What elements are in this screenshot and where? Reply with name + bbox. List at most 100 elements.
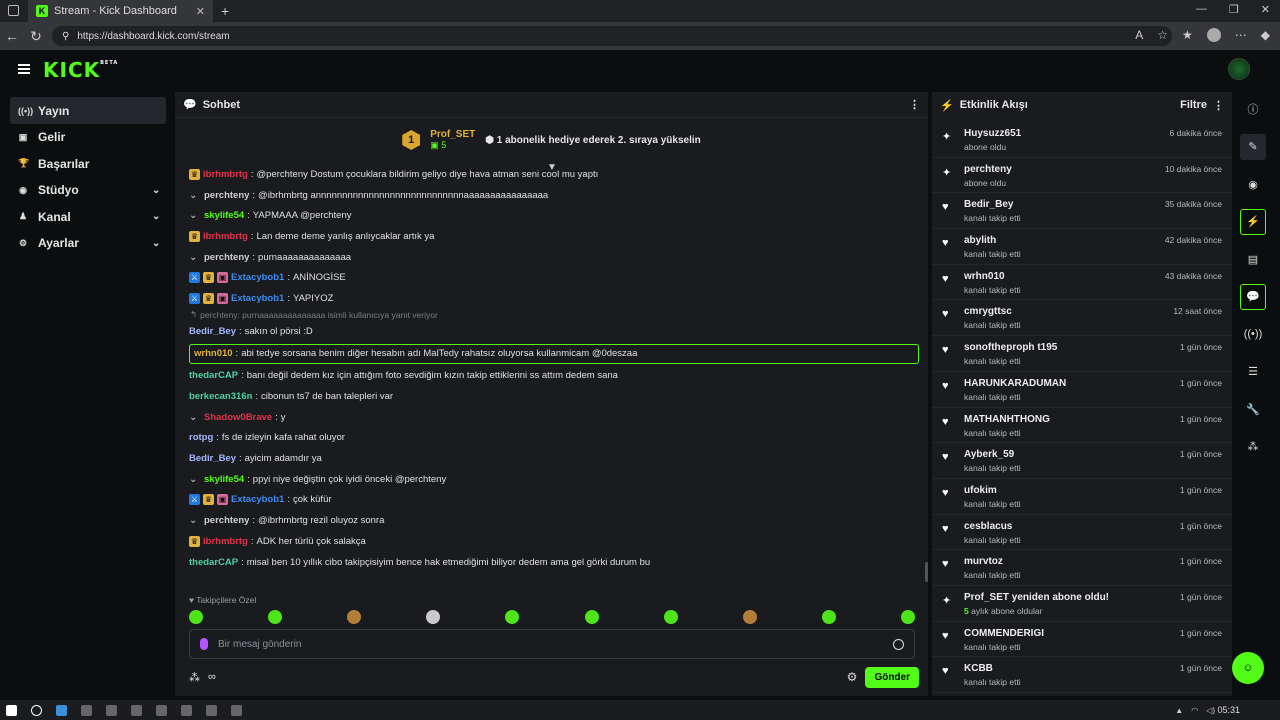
chat-options-icon[interactable]: ⋮ [909, 98, 920, 111]
favorites-icon[interactable]: ★ [1182, 28, 1193, 42]
chat-message[interactable]: ⚔ ♛ ▣ Extacybob1: ANİNOGİSE [189, 267, 919, 288]
feed-item[interactable]: ♥ wrhn010 kanalı takip etti 43 dakika önce [932, 265, 1232, 301]
top-gifter-name[interactable]: Prof_SET [430, 129, 475, 140]
feed-user[interactable]: ufokim [964, 485, 1172, 496]
tools-icon[interactable]: 🔧 [1240, 396, 1266, 422]
close-tab-icon[interactable]: ✕ [196, 5, 205, 18]
site-info-icon[interactable]: ⚲ [62, 31, 69, 42]
emote[interactable] [426, 610, 441, 624]
chat-message[interactable]: ♛ ibrhmbrtg: ADK her türlü çok salakça [189, 531, 919, 552]
opera-icon[interactable] [156, 704, 167, 716]
back-icon[interactable]: ← [0, 28, 24, 44]
favorite-star-icon[interactable]: ☆ [1157, 28, 1168, 42]
chat-username[interactable]: thedarCAP [189, 370, 238, 381]
new-tab-icon[interactable]: + [221, 3, 229, 19]
chat-input[interactable]: Bir mesaj gönderin [189, 629, 915, 659]
mic-icon[interactable] [200, 638, 208, 650]
chat-message[interactable]: ♛ ibrhmbrtg: Lan deme deme yanlış anlıycak… [189, 226, 919, 247]
chevron-down-icon[interactable]: ⌄ [152, 238, 166, 249]
integrations-icon[interactable]: ⁂ [1240, 434, 1266, 460]
feed-item[interactable]: ✦ Prof_SET yeniden abone oldu! 5 aylık abo… [932, 586, 1232, 622]
chat-message[interactable]: ♛ ibrhmbrtg: @perchteny Dostum çocuklara b… [189, 164, 919, 185]
chat-scrollbar[interactable] [925, 562, 928, 582]
sidebar-item-2[interactable]: 🏆 Başarılar [10, 150, 166, 177]
emote[interactable] [821, 610, 836, 624]
emote[interactable] [663, 610, 678, 624]
chat-message[interactable]: thedarCAP: misal ben 10 yıllık cibo takip… [189, 552, 919, 573]
feed-item[interactable]: ✦ Huysuzz651 abone oldu 6 dakika önce [932, 122, 1232, 158]
emoji-icon[interactable] [893, 638, 904, 650]
browser-tab[interactable]: K Stream - Kick Dashboard ✕ [28, 0, 213, 22]
profile-avatar[interactable] [1206, 28, 1221, 42]
read-aloud-icon[interactable]: A [1135, 28, 1143, 42]
points-icon[interactable]: ⁂ [189, 671, 200, 684]
app-icon[interactable] [206, 704, 217, 716]
chat-username[interactable]: thedarCAP [189, 557, 238, 568]
feed-user[interactable]: MATHANHTHONG [964, 414, 1172, 425]
refresh-icon[interactable]: ↻ [24, 28, 48, 45]
chevron-down-icon[interactable]: ⌄ [152, 211, 166, 222]
maximize-icon[interactable]: ❐ [1229, 3, 1239, 16]
chat-message[interactable]: thedarCAP: banı değil dedem kız için attı… [189, 366, 919, 387]
activity-icon[interactable]: ⚡ [1240, 208, 1266, 235]
emote[interactable] [268, 610, 283, 624]
chat-username[interactable]: Shadow0Brave [204, 412, 272, 423]
feed-user[interactable]: cesblacus [964, 521, 1172, 532]
chat-message[interactable]: rotpg: fs de izleyin kafa rahat oluyor [189, 428, 919, 449]
chat-settings-icon[interactable]: ⚙ [847, 670, 858, 684]
chat-username[interactable]: Bedir_Bey [189, 453, 236, 464]
feed-user[interactable]: abylith [964, 235, 1157, 246]
edge-icon[interactable] [56, 704, 67, 716]
feed-item[interactable]: ♥ HARUNKARADUMAN kanalı takip etti 1 gün ön… [932, 372, 1232, 408]
feed-user[interactable]: murvtoz [964, 556, 1172, 567]
chat-message[interactable]: berkecan316n: cibonun ts7 de ban talepler… [189, 386, 919, 407]
more-icon[interactable]: ⋯ [1235, 28, 1247, 42]
volume-icon[interactable]: ◁) [1206, 706, 1215, 715]
chat-username[interactable]: ibrhmbrtg [203, 169, 248, 180]
sidebar-item-0[interactable]: ((•)) Yayın [10, 97, 166, 124]
chat-username[interactable]: Extacybob1 [231, 494, 284, 505]
feed-user[interactable]: Ayberk_59 [964, 449, 1172, 460]
info-icon[interactable]: ⓘ [1240, 96, 1266, 122]
app-icon[interactable] [181, 704, 192, 716]
outlook-icon[interactable] [131, 704, 142, 716]
feed-item[interactable]: ✦ perchteny abone oldu 10 dakika önce [932, 158, 1232, 194]
search-icon[interactable] [31, 704, 42, 716]
kick-logo[interactable]: KICKBETA [43, 58, 118, 82]
send-button[interactable]: Gönder [865, 666, 919, 688]
feed-user[interactable]: Huysuzz651 [964, 128, 1162, 139]
emote[interactable] [742, 610, 757, 624]
sidebar-item-4[interactable]: ♟ Kanal ⌄ [10, 203, 166, 230]
chat-username[interactable]: Extacybob1 [231, 272, 284, 283]
menu-icon[interactable] [18, 64, 30, 74]
chat-message[interactable]: ⌄ perchteny: purnaaaaaaaaaaaaaa [189, 247, 919, 268]
feed-user[interactable]: Prof_SET yeniden abone oldu! [964, 592, 1172, 603]
feed-item[interactable]: ♥ murvtoz kanalı takip etti 1 gün önce [932, 550, 1232, 586]
chat-message[interactable]: ⌄ perchteny: @ibrhmbrtg annnnnnnnnnnnnnnnn… [189, 185, 919, 206]
feed-user[interactable]: sonoftheproph t195 [964, 342, 1172, 353]
edit-icon[interactable]: ✎ [1240, 133, 1266, 160]
files-icon[interactable] [81, 704, 92, 716]
chat-username[interactable]: berkecan316n [189, 391, 252, 402]
emote[interactable] [189, 610, 203, 624]
feed-user[interactable]: cmrygttsc [964, 306, 1165, 317]
emote[interactable] [505, 610, 520, 624]
chat-username[interactable]: skylife54 [204, 210, 244, 221]
feed-item[interactable]: ♥ ufokim kanalı takip etti 1 gün önce [932, 479, 1232, 515]
feed-item[interactable]: ♥ COMMENDERIGI kanalı takip etti 1 gün önce [932, 622, 1232, 658]
feed-item[interactable]: ♥ Bedir_Bey kanalı takip etti 35 dakika önc… [932, 193, 1232, 230]
chat-message[interactable]: ⌄ Shadow0Brave: y [189, 407, 919, 428]
wifi-icon[interactable]: ◠ [1191, 706, 1198, 715]
infinity-icon[interactable]: ∞ [208, 671, 216, 683]
queue-icon[interactable]: ☰ [1240, 359, 1266, 385]
chat-username[interactable]: perchteny [204, 515, 249, 526]
feed-user[interactable]: KCBB [964, 663, 1172, 674]
chat-message[interactable]: ⌄ skylife54: YAPMAAA @perchteny [189, 205, 919, 226]
chat-message[interactable]: wrhn010: abi tedye sorsana benim diğer he… [189, 343, 919, 364]
chat-message[interactable]: ⚔ ♛ ▣ Extacybob1: çok küfür [189, 490, 919, 511]
start-icon[interactable] [6, 704, 17, 716]
broadcast-icon[interactable]: ((•)) [1240, 321, 1266, 347]
minimize-icon[interactable]: — [1196, 3, 1207, 16]
feed-options-icon[interactable]: ⋮ [1213, 99, 1224, 112]
feed-user[interactable]: wrhn010 [964, 271, 1157, 282]
